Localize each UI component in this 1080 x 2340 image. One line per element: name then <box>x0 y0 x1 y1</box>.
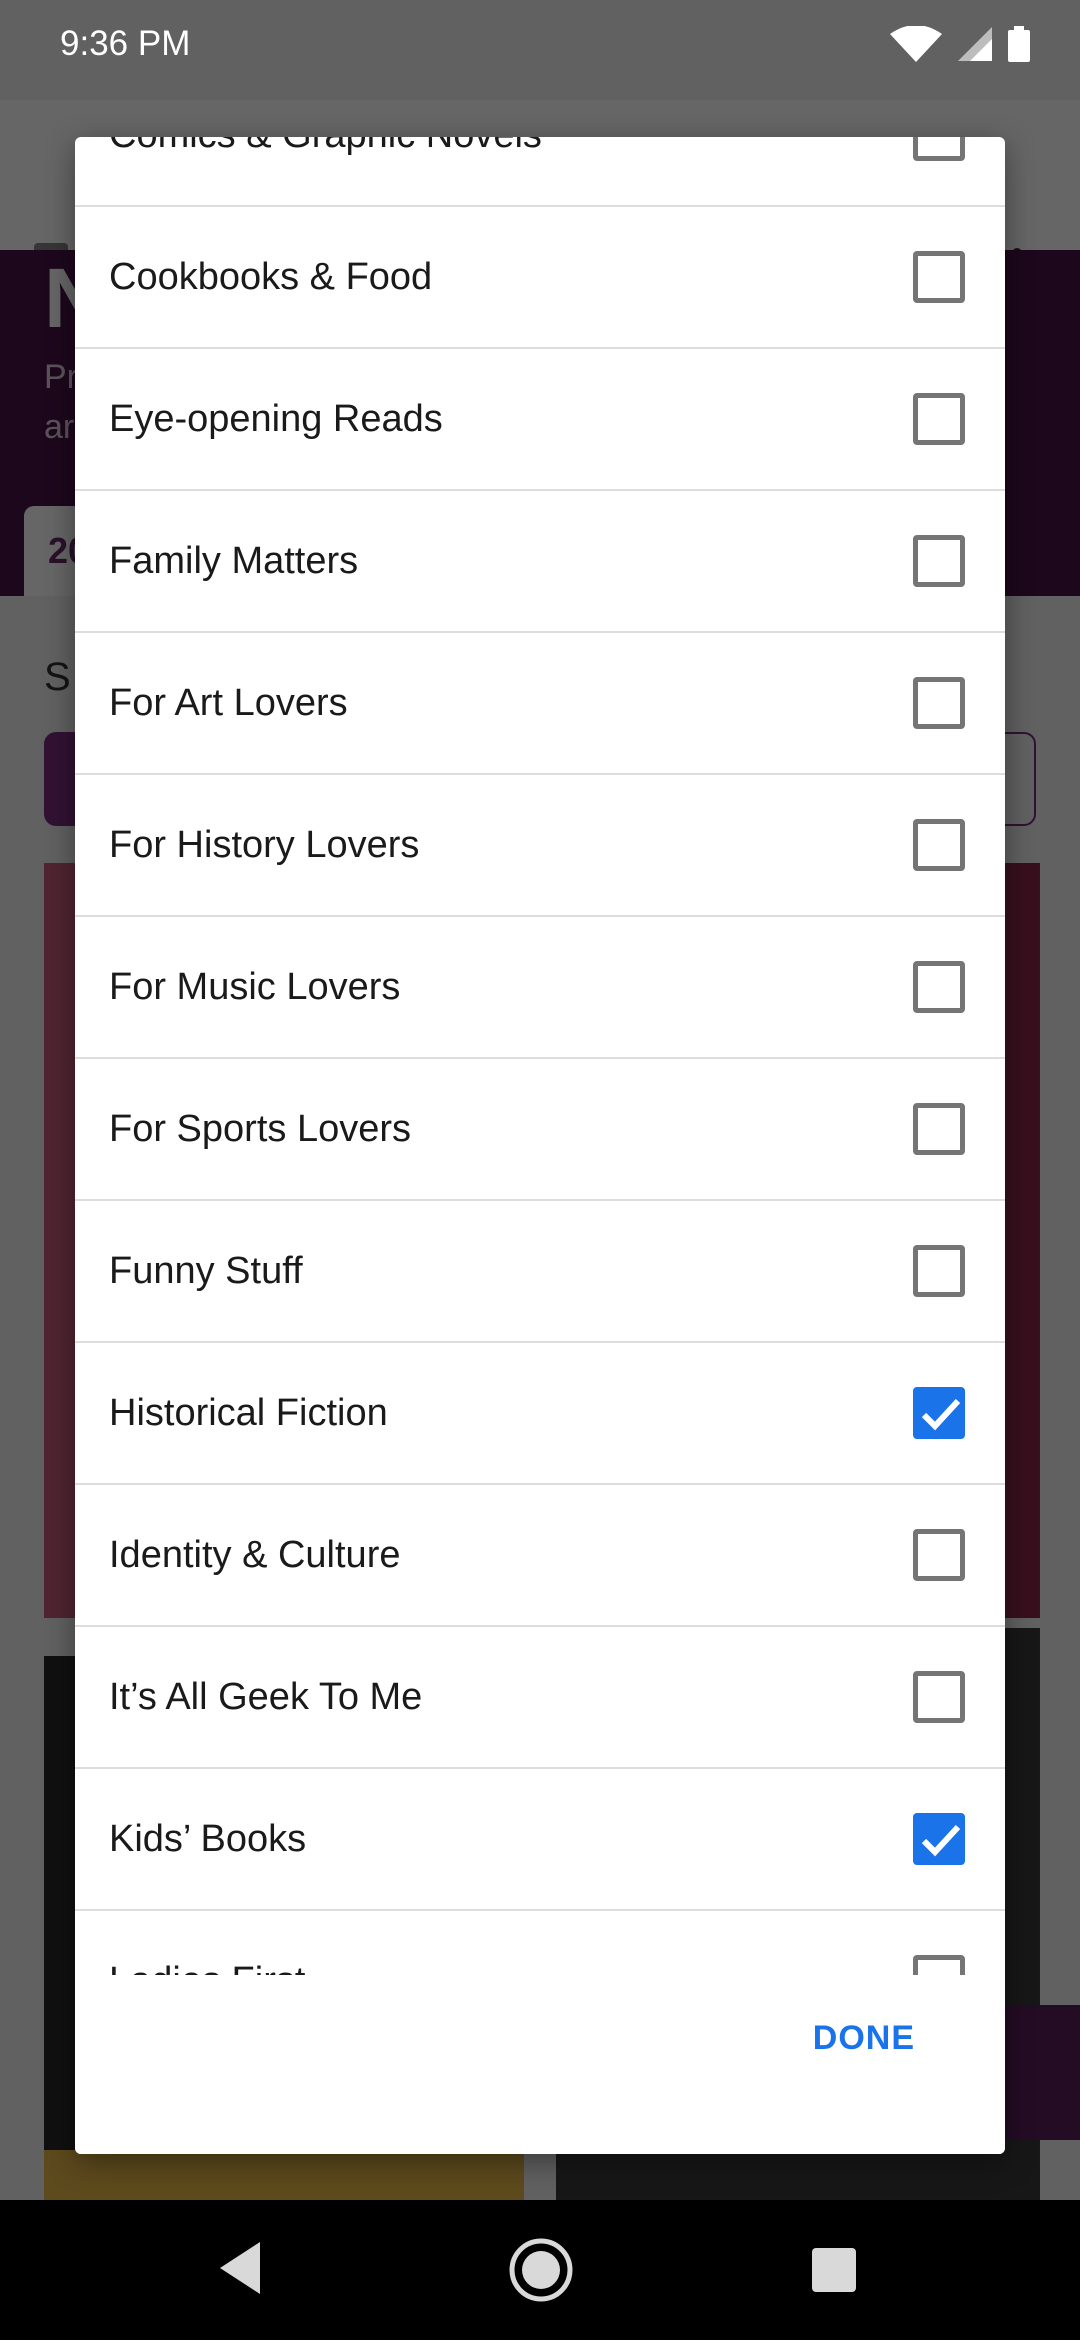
checkbox-unchecked[interactable] <box>913 1955 965 1975</box>
category-list-items: Comics & Graphic Novels Cookbooks & Food E… <box>75 137 1005 1975</box>
category-label: Comics & Graphic Novels <box>109 137 542 157</box>
status-time: 9:36 PM <box>60 24 191 63</box>
status-bar: 9:36 PM <box>0 0 1080 96</box>
category-label: For Art Lovers <box>109 681 348 724</box>
category-row[interactable]: For Music Lovers <box>75 917 1005 1059</box>
category-label: Cookbooks & Food <box>109 255 433 298</box>
done-button[interactable]: DONE <box>805 2005 923 2072</box>
category-row[interactable]: Historical Fiction <box>75 1343 1005 1485</box>
checkmark-icon <box>921 1398 961 1431</box>
category-label: Family Matters <box>109 539 359 582</box>
cellular-signal-icon <box>958 27 992 61</box>
category-label: For Sports Lovers <box>109 1107 411 1150</box>
category-label: Historical Fiction <box>109 1391 388 1434</box>
checkbox-unchecked[interactable] <box>913 137 965 161</box>
checkbox-unchecked[interactable] <box>913 251 965 303</box>
category-row[interactable]: Identity & Culture <box>75 1485 1005 1627</box>
recents-icon[interactable] <box>812 2248 856 2292</box>
category-row[interactable]: Kids’ Books <box>75 1769 1005 1911</box>
wifi-icon <box>890 26 942 62</box>
status-icons <box>890 26 1030 62</box>
category-label: Funny Stuff <box>109 1249 303 1292</box>
category-row[interactable]: Ladies First <box>75 1911 1005 1975</box>
category-list[interactable]: Comics & Graphic Novels Cookbooks & Food E… <box>75 137 1005 1975</box>
checkbox-unchecked[interactable] <box>913 961 965 1013</box>
category-row[interactable]: Cookbooks & Food <box>75 207 1005 349</box>
checkbox-unchecked[interactable] <box>913 1529 965 1581</box>
checkbox-checked[interactable] <box>913 1813 965 1865</box>
home-icon[interactable] <box>508 2237 574 2303</box>
navigation-bar <box>0 2200 1080 2340</box>
category-label: Identity & Culture <box>109 1533 401 1576</box>
checkbox-unchecked[interactable] <box>913 1245 965 1297</box>
category-row[interactable]: Funny Stuff <box>75 1201 1005 1343</box>
checkbox-unchecked[interactable] <box>913 535 965 587</box>
category-label: For Music Lovers <box>109 965 401 1008</box>
checkbox-unchecked[interactable] <box>913 677 965 729</box>
battery-icon <box>1008 26 1030 62</box>
checkmark-icon <box>921 1824 961 1857</box>
category-label: Eye-opening Reads <box>109 397 443 440</box>
dialog-footer: DONE <box>75 1975 1005 2154</box>
category-label: Ladies First <box>109 1960 305 1976</box>
category-select-dialog: Comics & Graphic Novels Cookbooks & Food E… <box>75 137 1005 2154</box>
category-label: For History Lovers <box>109 823 420 866</box>
category-row[interactable]: For Sports Lovers <box>75 1059 1005 1201</box>
back-icon[interactable] <box>216 2240 264 2296</box>
category-row[interactable]: For History Lovers <box>75 775 1005 917</box>
category-label: Kids’ Books <box>109 1817 307 1860</box>
checkbox-unchecked[interactable] <box>913 819 965 871</box>
category-row[interactable]: Family Matters <box>75 491 1005 633</box>
category-row[interactable]: It’s All Geek To Me <box>75 1627 1005 1769</box>
category-label: It’s All Geek To Me <box>109 1675 423 1718</box>
checkbox-unchecked[interactable] <box>913 393 965 445</box>
checkbox-checked[interactable] <box>913 1387 965 1439</box>
checkbox-unchecked[interactable] <box>913 1671 965 1723</box>
category-row[interactable]: For Art Lovers <box>75 633 1005 775</box>
category-row[interactable]: Eye-opening Reads <box>75 349 1005 491</box>
category-row[interactable]: Comics & Graphic Novels <box>75 137 1005 207</box>
checkbox-unchecked[interactable] <box>913 1103 965 1155</box>
